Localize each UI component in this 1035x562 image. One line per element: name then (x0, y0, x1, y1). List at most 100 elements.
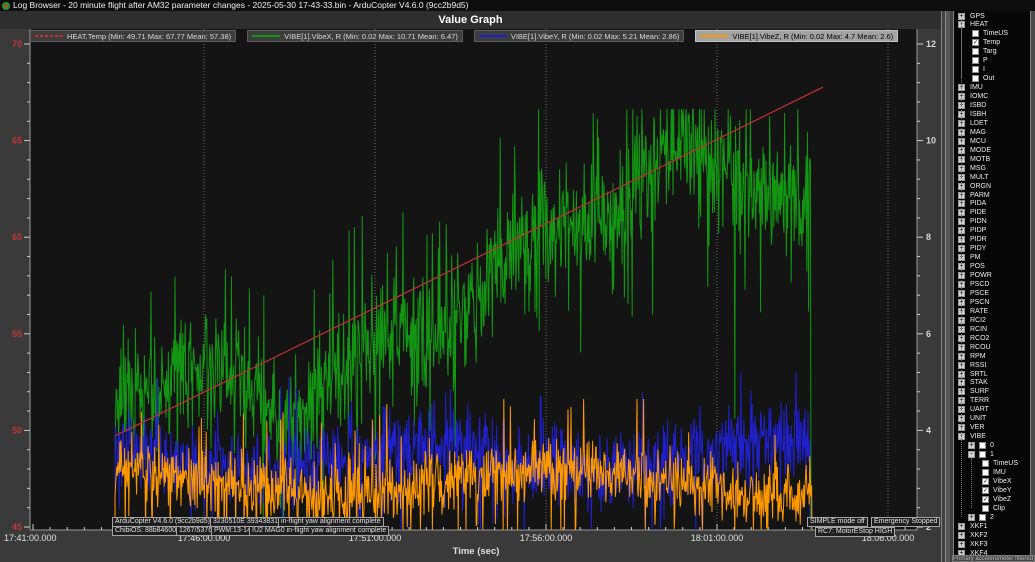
tree-item-rco2[interactable]: RCO2 (970, 335, 989, 342)
checked-checkbox[interactable]: ✓ (972, 39, 979, 47)
tree-row[interactable]: + PM (954, 253, 1030, 262)
tree-row[interactable]: + STAK (954, 378, 1030, 387)
tree-row[interactable]: -1 (954, 450, 1030, 459)
expand-icon[interactable]: + (958, 540, 965, 548)
tree-row[interactable]: + PIDA (954, 199, 1030, 208)
tree-item-rci2[interactable]: RCI2 (970, 317, 986, 324)
tree-item-ldet[interactable]: LDET (970, 120, 988, 127)
tree-row[interactable]: + MAG (954, 128, 1030, 137)
tree-item-powr[interactable]: POWR (970, 272, 992, 279)
tree-item-vibey[interactable]: VibeY (993, 487, 1012, 494)
unchecked-checkbox[interactable] (972, 30, 979, 38)
unchecked-checkbox[interactable] (972, 75, 979, 83)
scrollbar-thumb[interactable] (945, 11, 950, 562)
tree-item-iomc[interactable]: IOMC (970, 93, 988, 100)
legend-entry-heat-temp[interactable]: HEAT.Temp (Min: 49.71 Max: 67.77 Mean: 5… (30, 30, 237, 42)
tree-item-imu[interactable]: IMU (993, 469, 1006, 476)
tree-row[interactable]: + PIDR (954, 235, 1030, 244)
tree-item-xkf1[interactable]: XKF1 (970, 523, 988, 530)
expand-icon[interactable]: + (968, 513, 975, 521)
tree-item-pidy[interactable]: PIDY (970, 245, 986, 252)
tree-row[interactable]: + PSCE (954, 289, 1030, 298)
checked-checkbox[interactable]: ✓ (982, 486, 989, 494)
tree-item-1[interactable]: 1 (990, 451, 994, 458)
tree-item-xkf3[interactable]: XKF3 (970, 541, 988, 548)
tree-row[interactable]: IMU (954, 468, 1030, 477)
tree-item-pidr[interactable]: PIDR (970, 236, 987, 243)
tree-row[interactable]: + RATE (954, 307, 1030, 316)
tree-row[interactable]: +0 (954, 441, 1030, 450)
unchecked-checkbox[interactable] (982, 460, 989, 467)
tree-item-mult[interactable]: MULT (970, 174, 989, 181)
checked-checkbox[interactable]: ✓ (982, 477, 989, 485)
unchecked-checkbox[interactable] (982, 468, 989, 476)
tree-row[interactable]: + ISBD (954, 101, 1030, 110)
tree-scrollbar[interactable] (1030, 11, 1035, 562)
tree-row[interactable]: + MSG (954, 164, 1030, 173)
tree-item-rate[interactable]: RATE (970, 308, 988, 315)
tree-row[interactable]: I (954, 65, 1030, 74)
tree-item-temp[interactable]: Temp (983, 39, 1000, 46)
tree-row[interactable]: + RCOU (954, 343, 1030, 352)
tree-row[interactable]: + IOMC (954, 92, 1030, 101)
tree-row[interactable]: + ISBH (954, 110, 1030, 119)
legend-entry-vibez[interactable]: VIBE[1].VibeZ, R (Min: 0.02 Max: 4.7 Mea… (695, 30, 899, 42)
tree-row[interactable]: + LDET (954, 119, 1030, 128)
tree-item-mode[interactable]: MODE (970, 147, 991, 154)
tree-row[interactable]: + PSCN (954, 298, 1030, 307)
tree-item-pide[interactable]: PIDE (970, 209, 986, 216)
tree-item-rpm[interactable]: RPM (970, 353, 986, 360)
unchecked-checkbox[interactable] (979, 513, 986, 521)
tree-item-2[interactable]: 2 (990, 514, 994, 521)
tree-item-pos[interactable]: POS (970, 263, 985, 270)
tree-item-timeus[interactable]: TimeUS (993, 460, 1018, 467)
collapse-icon[interactable]: - (968, 451, 975, 459)
tree-item-pscn[interactable]: PSCN (970, 299, 989, 306)
tree-item-isbd[interactable]: ISBD (970, 102, 986, 109)
tree-row[interactable]: - VIBE (954, 432, 1030, 441)
unchecked-checkbox[interactable] (979, 451, 986, 459)
tree-row[interactable]: + SRTL (954, 370, 1030, 379)
tree-item-p[interactable]: P (983, 57, 988, 64)
tree-row[interactable]: Out (954, 74, 1030, 83)
tree-row[interactable]: + VER (954, 423, 1030, 432)
tree-row[interactable]: + PIDE (954, 208, 1030, 217)
tree-item-pidp[interactable]: PIDP (970, 227, 986, 234)
tree-item-ver[interactable]: VER (970, 424, 984, 431)
expand-icon[interactable]: + (958, 522, 965, 530)
tree-row[interactable]: + POWR (954, 271, 1030, 280)
tree-row[interactable]: ✓ VibeZ (954, 495, 1030, 504)
tree-row[interactable]: TimeUS (954, 29, 1030, 38)
tree-row[interactable]: + XKF2 (954, 531, 1030, 540)
tree-item-uart[interactable]: UART (970, 406, 989, 413)
tree-item-pida[interactable]: PIDA (970, 200, 986, 207)
legend-entry-vibey[interactable]: VIBE[1].VibeY, R (Min: 0.02 Max: 5.21 Me… (473, 30, 685, 42)
tree-item-targ[interactable]: Targ (983, 48, 997, 55)
tree-row[interactable]: + ORGN (954, 182, 1030, 191)
tree-row[interactable]: + MULT (954, 173, 1030, 182)
tree-item-rcin[interactable]: RCIN (970, 326, 987, 333)
tree-row[interactable]: + RPM (954, 352, 1030, 361)
plot-area[interactable] (30, 29, 917, 530)
unchecked-checkbox[interactable] (972, 57, 979, 65)
tree-item-vibex[interactable]: VibeX (993, 478, 1012, 485)
tree-item-imu[interactable]: IMU (970, 84, 983, 91)
tree-item-i[interactable]: I (983, 66, 985, 73)
tree-item-psce[interactable]: PSCE (970, 290, 989, 297)
tree-item-heat[interactable]: HEAT (970, 21, 988, 28)
tree-row[interactable]: + XKF1 (954, 522, 1030, 531)
tree-item-msg[interactable]: MSG (970, 165, 986, 172)
tree-item-rssi[interactable]: RSSI (970, 362, 986, 369)
tree-row[interactable]: +2 (954, 513, 1030, 522)
tree-item-parm[interactable]: PARM (970, 192, 990, 199)
tree-row[interactable]: ✓ Temp (954, 38, 1030, 47)
tree-row[interactable]: + TERR (954, 396, 1030, 405)
tree-item-motb[interactable]: MOTB (970, 156, 990, 163)
tree-row[interactable]: + PARM (954, 191, 1030, 200)
tree-row[interactable]: + PIDY (954, 244, 1030, 253)
tree-item-xkf2[interactable]: XKF2 (970, 532, 988, 539)
tree-row[interactable]: + MODE (954, 146, 1030, 155)
tree-item-srtl[interactable]: SRTL (970, 371, 988, 378)
tree-item-gps[interactable]: GPS (970, 13, 985, 20)
tree-item-0[interactable]: 0 (990, 442, 994, 449)
